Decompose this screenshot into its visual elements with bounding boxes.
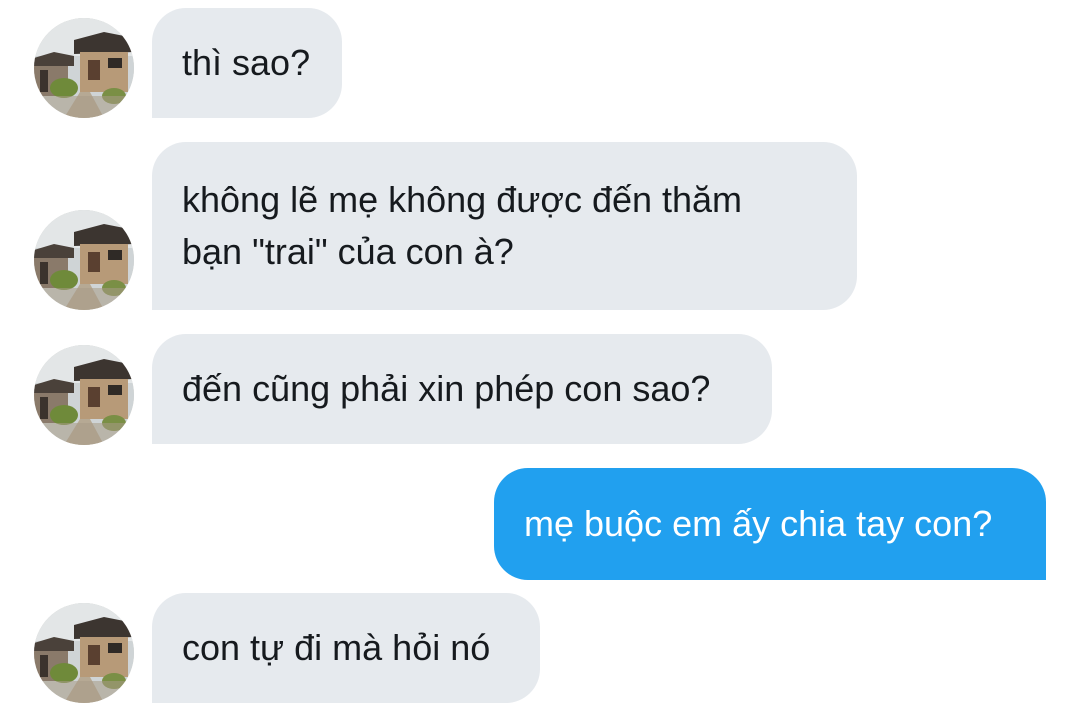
incoming-message-bubble[interactable]: thì sao?: [152, 8, 342, 118]
incoming-message-bubble[interactable]: con tự đi mà hỏi nó: [152, 593, 540, 703]
message-text: mẹ buộc em ấy chia tay con?: [524, 503, 993, 544]
message-text: đến cũng phải xin phép con sao?: [182, 368, 711, 409]
avatar-photo-icon: [34, 603, 134, 703]
contact-avatar[interactable]: [34, 345, 134, 445]
avatar-photo-icon: [34, 210, 134, 310]
incoming-message-bubble[interactable]: không lẽ mẹ không được đến thăm bạn "tra…: [152, 142, 857, 310]
chat-thread: thì sao? không lẽ mẹ không được đến thăm…: [0, 0, 1080, 712]
avatar-photo-icon: [34, 18, 134, 118]
message-text: con tự đi mà hỏi nó: [182, 627, 491, 668]
contact-avatar[interactable]: [34, 210, 134, 310]
message-text: không lẽ mẹ không được đến thăm bạn "tra…: [182, 179, 743, 272]
message-text: thì sao?: [182, 42, 311, 83]
incoming-message-bubble[interactable]: đến cũng phải xin phép con sao?: [152, 334, 772, 444]
contact-avatar[interactable]: [34, 603, 134, 703]
contact-avatar[interactable]: [34, 18, 134, 118]
avatar-photo-icon: [34, 345, 134, 445]
outgoing-message-bubble[interactable]: mẹ buộc em ấy chia tay con?: [494, 468, 1046, 580]
